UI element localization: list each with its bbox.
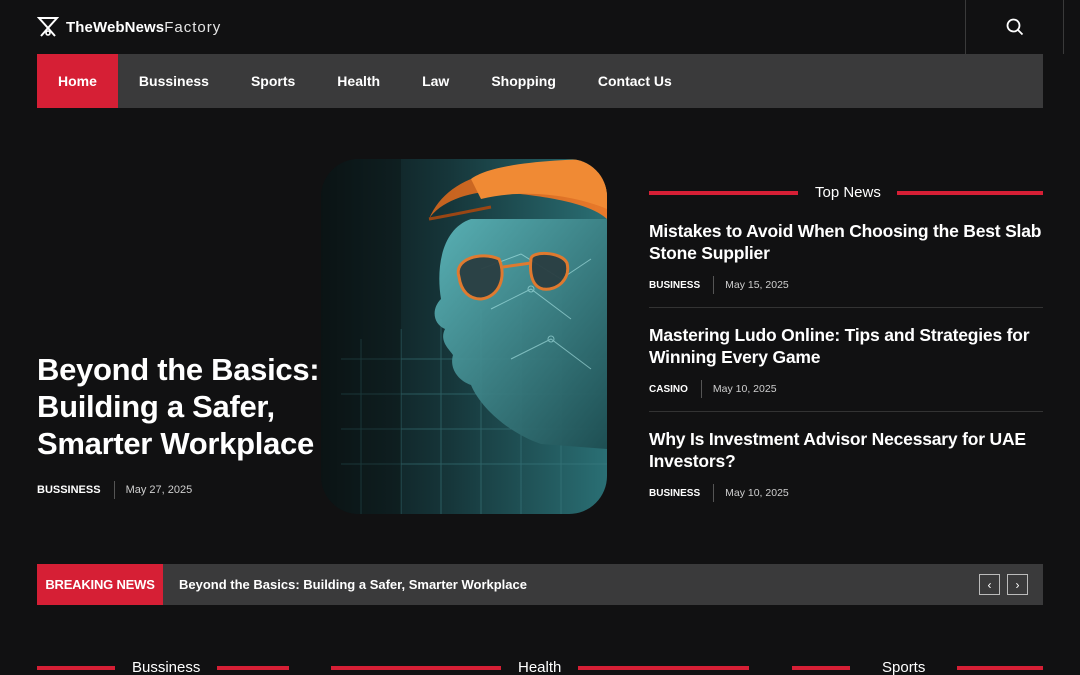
hero-category[interactable]: BUSSINESS xyxy=(37,484,101,496)
top-news-title: Top News xyxy=(815,184,881,201)
list-item: Mistakes to Avoid When Choosing the Best… xyxy=(649,220,1043,307)
article-date: May 10, 2025 xyxy=(725,487,789,499)
hero-title[interactable]: Beyond the Basics: Building a Safer, Sma… xyxy=(37,351,327,462)
article-title[interactable]: Mistakes to Avoid When Choosing the Best… xyxy=(649,220,1043,264)
heading-rule xyxy=(217,665,289,670)
article-category[interactable]: CASINO xyxy=(649,384,688,395)
heading-rule xyxy=(331,665,501,670)
heading-rule xyxy=(792,665,850,670)
nav-item-health[interactable]: Health xyxy=(316,54,401,108)
list-item: Why Is Investment Advisor Necessary for … xyxy=(649,412,1043,502)
article-meta: BUSINESS May 10, 2025 xyxy=(649,484,1043,502)
site-logo[interactable]: TheWebNewsFactory xyxy=(37,15,221,39)
top-news-list: Mistakes to Avoid When Choosing the Best… xyxy=(649,220,1043,502)
section-title[interactable]: Bussiness xyxy=(132,659,200,675)
breaking-news-headline[interactable]: Beyond the Basics: Building a Safer, Sma… xyxy=(179,577,527,592)
meta-divider xyxy=(113,481,115,499)
nav-item-shopping[interactable]: Shopping xyxy=(470,54,577,108)
worker-portrait-illustration xyxy=(321,159,607,514)
heading-rule xyxy=(649,190,798,195)
hero-date: May 27, 2025 xyxy=(125,484,193,496)
logo-icon xyxy=(37,17,59,37)
heading-rule xyxy=(957,665,1043,670)
nav-item-contact-us[interactable]: Contact Us xyxy=(577,54,693,108)
prev-arrow-button[interactable]: ‹ xyxy=(979,574,1000,595)
search-icon xyxy=(1006,18,1023,36)
search-button[interactable] xyxy=(965,0,1064,54)
nav-item-law[interactable]: Law xyxy=(401,54,470,108)
heading-rule xyxy=(578,665,749,670)
meta-divider xyxy=(713,484,715,502)
meta-divider xyxy=(713,276,715,294)
article-meta: CASINO May 10, 2025 xyxy=(649,380,1043,398)
list-item: Mastering Ludo Online: Tips and Strategi… xyxy=(649,308,1043,411)
meta-divider xyxy=(700,380,702,398)
article-title[interactable]: Why Is Investment Advisor Necessary for … xyxy=(649,428,1043,472)
article-date: May 15, 2025 xyxy=(725,279,789,291)
section-heading-health: Health xyxy=(331,659,749,675)
logo-text: TheWebNewsFactory xyxy=(66,18,222,36)
hero-meta: BUSSINESS May 27, 2025 xyxy=(37,481,192,499)
article-category[interactable]: BUSINESS xyxy=(649,488,700,499)
article-meta: BUSINESS May 15, 2025 xyxy=(649,276,1043,294)
section-title[interactable]: Health xyxy=(518,659,561,675)
article-category[interactable]: BUSINESS xyxy=(649,280,700,291)
breaking-news-bar: BREAKING NEWS Beyond the Basics: Buildin… xyxy=(37,564,1043,605)
chevron-left-icon: ‹ xyxy=(987,577,992,592)
section-title[interactable]: Sports xyxy=(882,659,925,675)
article-date: May 10, 2025 xyxy=(712,383,777,395)
section-heading-sports: Sports xyxy=(792,659,1043,675)
article-title[interactable]: Mastering Ludo Online: Tips and Strategi… xyxy=(649,324,1043,368)
breaking-news-label: BREAKING NEWS xyxy=(37,564,163,605)
chevron-right-icon: › xyxy=(1015,577,1020,592)
heading-rule xyxy=(37,665,115,670)
section-heading-bussiness: Bussiness xyxy=(37,659,289,675)
next-arrow-button[interactable]: › xyxy=(1007,574,1028,595)
nav-item-sports[interactable]: Sports xyxy=(230,54,316,108)
nav-item-bussiness[interactable]: Bussiness xyxy=(118,54,230,108)
nav-item-home[interactable]: Home xyxy=(37,54,118,108)
heading-rule xyxy=(896,190,1043,195)
top-news-heading: Top News xyxy=(649,184,1043,201)
main-nav: Home Bussiness Sports Health Law Shoppin… xyxy=(37,54,1043,108)
hero-image[interactable] xyxy=(321,159,607,514)
